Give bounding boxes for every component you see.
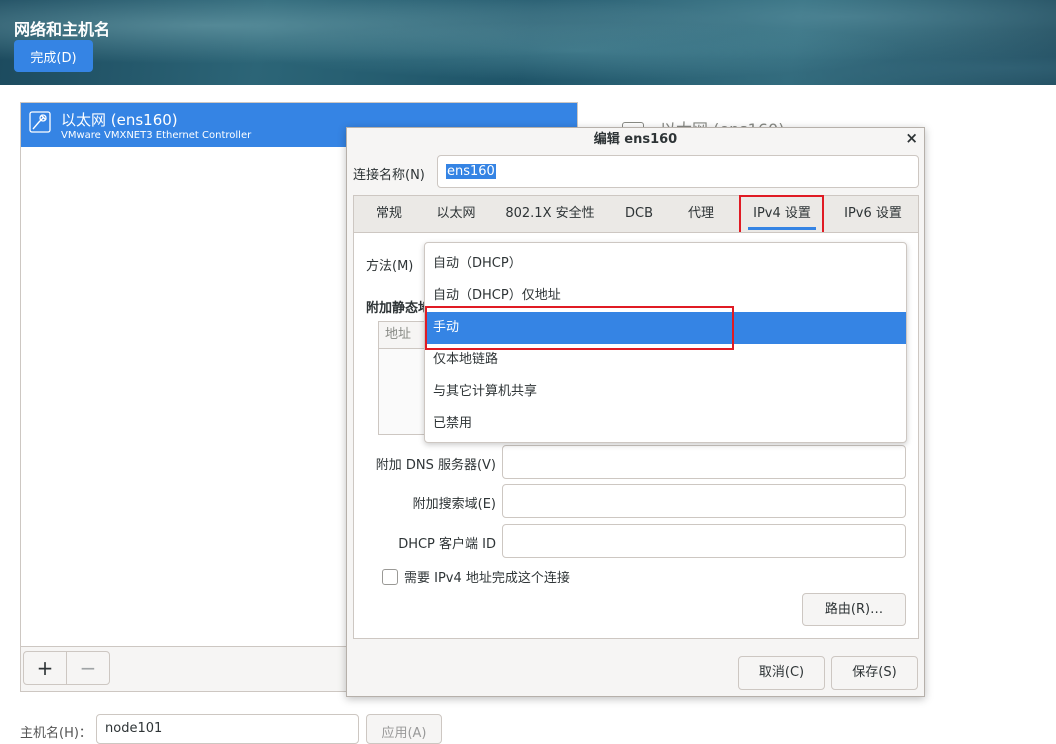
ethernet-icon bbox=[29, 111, 51, 133]
save-button[interactable]: 保存(S) bbox=[831, 656, 918, 690]
conn-name-field[interactable]: ens160 bbox=[437, 155, 919, 188]
add-connection-button[interactable]: + bbox=[23, 651, 67, 685]
done-button[interactable]: 完成(D) bbox=[14, 40, 93, 72]
header-banner: 网络和主机名 完成(D) bbox=[0, 0, 1056, 85]
tab-proxy[interactable]: 代理 bbox=[678, 196, 724, 232]
manual-option-highlight-box bbox=[425, 306, 734, 350]
close-icon[interactable]: × bbox=[905, 129, 918, 147]
search-domains-label: 附加搜索域(E) bbox=[412, 497, 496, 512]
require-ipv4-checkbox[interactable] bbox=[382, 569, 398, 585]
connection-name: 以太网 (ens160) bbox=[61, 111, 178, 129]
routes-button[interactable]: 路由(R)… bbox=[802, 593, 906, 626]
method-option-disabled[interactable]: 已禁用 bbox=[425, 408, 906, 440]
dhcp-client-id-input[interactable] bbox=[502, 524, 906, 558]
require-ipv4-label: 需要 IPv4 地址完成这个连接 bbox=[404, 571, 570, 586]
method-option-shared[interactable]: 与其它计算机共享 bbox=[425, 376, 906, 408]
conn-name-value: ens160 bbox=[446, 164, 496, 179]
hostname-label: 主机名(H)： bbox=[20, 726, 92, 741]
cancel-button[interactable]: 取消(C) bbox=[738, 656, 825, 690]
dialog-title: 编辑 ens160 bbox=[593, 132, 678, 147]
tab-general[interactable]: 常规 bbox=[366, 196, 412, 232]
address-column-header: 地址 bbox=[379, 322, 425, 349]
address-table: 地址 bbox=[378, 321, 426, 435]
dns-servers-label: 附加 DNS 服务器(V) bbox=[375, 458, 496, 473]
dhcp-client-id-label: DHCP 客户端 ID bbox=[398, 537, 496, 552]
static-addresses-label: 附加静态地 bbox=[366, 301, 432, 316]
apply-hostname-button[interactable]: 应用(A) bbox=[366, 714, 442, 744]
remove-connection-button[interactable]: − bbox=[66, 651, 110, 685]
settings-tabs: 常规 以太网 802.1X 安全性 DCB 代理 IPv4 设置 IPv6 设置 bbox=[353, 195, 919, 232]
tab-ethernet[interactable]: 以太网 bbox=[428, 196, 484, 232]
connection-description: VMware VMXNET3 Ethernet Controller bbox=[61, 130, 252, 141]
method-label: 方法(M) bbox=[366, 259, 414, 274]
page-title: 网络和主机名 bbox=[14, 20, 111, 39]
search-domains-input[interactable] bbox=[502, 484, 906, 518]
hostname-input[interactable]: node101 bbox=[96, 714, 359, 744]
tab-dcb[interactable]: DCB bbox=[616, 196, 662, 232]
method-option-dhcp[interactable]: 自动（DHCP） bbox=[425, 248, 906, 280]
conn-name-label: 连接名称(N) bbox=[353, 168, 425, 183]
require-ipv4-row[interactable]: 需要 IPv4 地址完成这个连接 bbox=[382, 567, 570, 586]
dns-servers-input[interactable] bbox=[502, 445, 906, 479]
tab-8021x-security[interactable]: 802.1X 安全性 bbox=[500, 196, 600, 232]
tab-ipv6-settings[interactable]: IPv6 设置 bbox=[832, 196, 914, 232]
